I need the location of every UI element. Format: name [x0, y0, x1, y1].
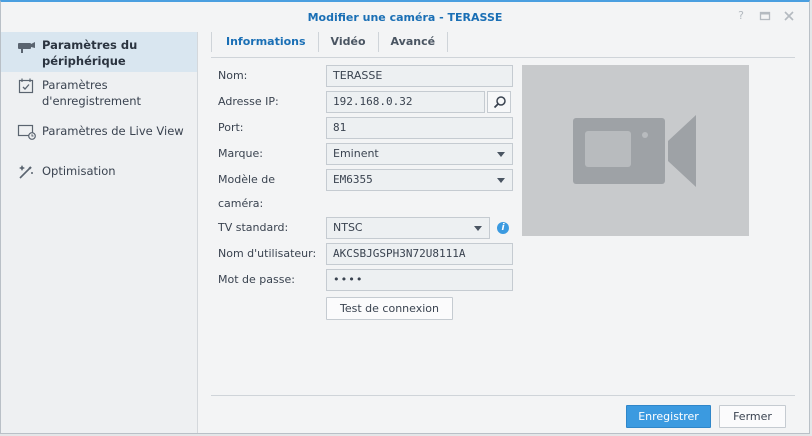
tv-standard-label: TV standard: [218, 221, 289, 234]
tab-avance[interactable]: Avancé [379, 32, 449, 52]
sidebar-item-device-settings[interactable]: Paramètres du périphérique [1, 32, 197, 72]
brand-label: Marque: [218, 147, 263, 160]
test-connection-button[interactable]: Test de connexion [326, 297, 453, 320]
model-label-line1: Modèle de [218, 173, 276, 186]
sidebar-item-recording-settings[interactable]: Paramètres d'enregistrement [1, 72, 197, 112]
monitor-icon [17, 122, 37, 142]
tab-video[interactable]: Vidéo [319, 32, 379, 52]
video-camera-icon [573, 115, 696, 187]
magic-wand-icon [17, 162, 37, 182]
name-field[interactable]: TERASSE [326, 65, 513, 87]
brand-select[interactable]: Eminent [326, 143, 513, 165]
name-label: Nom: [218, 69, 248, 82]
close-icon[interactable] [783, 10, 795, 22]
username-field[interactable]: AKCSBJGSPH3N72U8111A [326, 243, 513, 265]
chevron-down-icon [497, 152, 505, 157]
camera-icon [17, 36, 37, 56]
dialog-title: Modifier une caméra - TERASSE [307, 11, 503, 24]
close-button[interactable]: Fermer [719, 405, 786, 428]
info-icon[interactable]: i [497, 222, 509, 234]
maximize-icon[interactable] [759, 10, 771, 22]
sidebar-item-label: Optimisation [42, 164, 116, 178]
tv-standard-value: NTSC [333, 221, 363, 234]
search-icon [493, 96, 506, 109]
help-icon[interactable]: ? [735, 10, 747, 22]
chevron-down-icon [474, 226, 482, 231]
title-bar[interactable]: Modifier une caméra - TERASSE ? [1, 2, 809, 32]
sidebar-item-label: Paramètres du périphérique [42, 38, 138, 68]
port-label: Port: [218, 121, 244, 134]
password-field[interactable]: •••• [326, 269, 513, 291]
sidebar-item-label: Paramètres d'enregistrement [42, 78, 141, 108]
model-select[interactable]: EM6355 [326, 169, 513, 191]
sidebar-item-liveview-settings[interactable]: Paramètres de Live View [1, 112, 197, 152]
modify-camera-dialog: Modifier une caméra - TERASSE ? Paramètr… [0, 0, 810, 434]
brand-select-value: Eminent [333, 147, 379, 160]
tv-standard-select[interactable]: NTSC [326, 217, 490, 239]
username-label: Nom d'utilisateur: [218, 247, 317, 260]
tab-informations[interactable]: Informations [211, 32, 319, 52]
model-select-value: EM6355 [333, 173, 373, 186]
search-button[interactable] [487, 91, 511, 113]
port-field[interactable]: 81 [326, 117, 513, 139]
ip-label: Adresse IP: [218, 95, 279, 108]
camera-preview [522, 65, 749, 236]
sidebar-item-optimisation[interactable]: Optimisation [1, 152, 197, 192]
tab-bar: Informations Vidéo Avancé [211, 32, 795, 58]
sidebar: Paramètres du périphérique Paramètres d'… [1, 32, 198, 433]
footer-divider [211, 395, 795, 396]
chevron-down-icon [497, 178, 505, 183]
main-panel: Informations Vidéo Avancé Nom: TERASSE A… [211, 32, 795, 433]
model-label-line2: caméra: [218, 197, 264, 210]
save-button[interactable]: Enregistrer [626, 405, 711, 428]
password-label: Mot de passe: [218, 273, 295, 286]
ip-field[interactable]: 192.168.0.32 [326, 91, 485, 113]
sidebar-item-label: Paramètres de Live View [42, 124, 184, 138]
calendar-check-icon [17, 76, 37, 96]
